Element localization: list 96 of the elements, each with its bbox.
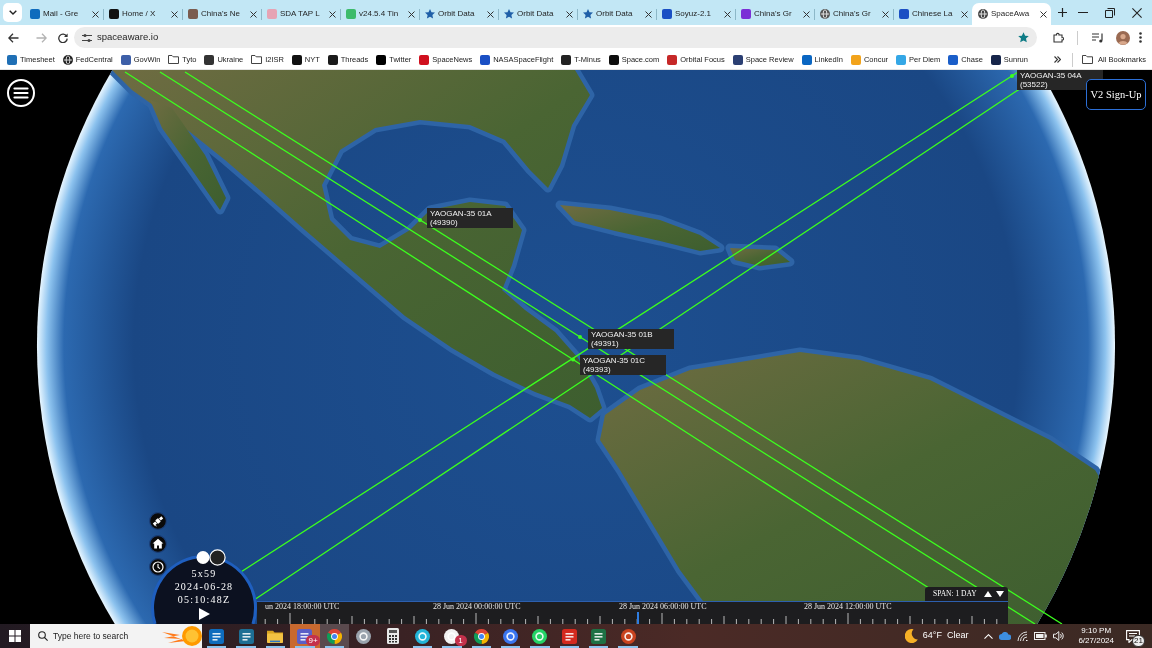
browser-tab[interactable]: SpaceAwa [972, 3, 1051, 25]
chevron-up-icon[interactable] [984, 633, 994, 639]
app-badge: 1 [454, 635, 467, 646]
close-icon[interactable] [882, 10, 889, 18]
clock-icon[interactable] [149, 558, 167, 576]
search-field[interactable]: Type here to search [53, 629, 157, 643]
timeline-label: 28 Jun 2024 06:00:00 UTC [619, 602, 707, 611]
search-icon [38, 631, 48, 641]
browser-tab[interactable]: Chinese La [893, 3, 972, 25]
satellite-name: YAOGAN-35 01C [583, 356, 647, 365]
tab-list-button[interactable] [3, 3, 22, 22]
clock-button[interactable]: 9:10 PM 6/27/2024 [1072, 624, 1120, 648]
chevron-down-icon [8, 10, 17, 15]
speaker-icon[interactable] [1053, 631, 1065, 641]
close-icon[interactable] [724, 10, 731, 18]
app-badge: 9+ [306, 635, 320, 646]
close-icon[interactable] [961, 10, 968, 18]
plus-icon[interactable] [1058, 8, 1067, 17]
menu-icon[interactable] [7, 79, 35, 107]
taskbar-app-button[interactable]: 9+ [290, 624, 320, 648]
catalog-number: (49390) [430, 218, 459, 227]
satellite-marker-icon[interactable] [578, 335, 582, 339]
media-controls-icon[interactable] [1092, 32, 1104, 43]
close-icon[interactable] [1040, 10, 1047, 18]
browser-tab[interactable]: China's Gr [814, 3, 893, 25]
cloud-icon[interactable] [999, 632, 1012, 640]
close-icon[interactable] [329, 10, 336, 18]
time-label: 05:10:48Z [177, 593, 231, 606]
browser-tab[interactable]: SDA TAP L [261, 3, 340, 25]
catalog-number: (53522) [1020, 80, 1049, 89]
segmented-circle-icon [473, 628, 489, 644]
satellite-marker-icon[interactable] [1010, 73, 1014, 78]
notification-count-badge: 21 [1132, 635, 1145, 647]
browser-tab[interactable]: Orbit Data [498, 3, 577, 25]
battery-icon[interactable] [1034, 632, 1048, 640]
triangle-up-icon[interactable] [984, 591, 992, 597]
close-icon[interactable] [92, 10, 99, 18]
close-icon[interactable] [171, 10, 178, 18]
address-bar[interactable]: spaceaware.io [74, 27, 1037, 48]
catalog-number: (49393) [583, 365, 612, 374]
taskbar-app-button[interactable]: 1 [437, 624, 467, 648]
home-icon[interactable] [149, 535, 167, 553]
toggle-switch-icon[interactable] [196, 549, 226, 566]
play-icon[interactable] [198, 608, 210, 620]
profile-avatar-icon[interactable] [1116, 30, 1130, 45]
segmented-circle-icon [326, 628, 342, 644]
satellite-name: YAOGAN-35 01A [430, 209, 493, 218]
more-menu-icon[interactable] [1139, 32, 1142, 43]
current-time-marker[interactable] [637, 612, 639, 624]
notifications-button[interactable]: 21 [1120, 624, 1146, 648]
satellite-marker-icon[interactable] [571, 357, 575, 362]
catalog-number: (49391) [591, 339, 620, 348]
network-icon[interactable] [1017, 631, 1029, 641]
close-icon[interactable] [250, 10, 257, 18]
weather-button[interactable]: 64°F Clear [898, 624, 975, 648]
close-icon[interactable] [487, 10, 494, 18]
satellite-name: YAOGAN-35 01B [591, 330, 654, 339]
playback-rate-label: 5x59 [191, 567, 217, 580]
moon-icon [904, 629, 918, 643]
sun-icon [162, 624, 202, 648]
back-arrow-icon[interactable] [8, 32, 19, 43]
browser-tab[interactable]: Mail - Gre [24, 3, 103, 25]
browser-tab[interactable]: China's Gr [735, 3, 814, 25]
close-icon[interactable] [803, 10, 810, 18]
satellite-marker-icon[interactable] [418, 217, 422, 222]
reload-icon[interactable] [58, 32, 68, 43]
folder-icon [251, 55, 263, 64]
search-bar[interactable]: Type here to search [30, 624, 202, 648]
date-label: 2024-06-28 [174, 580, 234, 593]
site-settings-icon[interactable] [82, 33, 92, 42]
double-chevron-icon[interactable] [1054, 56, 1062, 63]
browser-tab[interactable]: v24.5.4 Tin [340, 3, 419, 25]
restore-icon[interactable] [1105, 7, 1115, 18]
triangle-down-icon[interactable] [996, 591, 1004, 597]
browser-tab[interactable]: Soyuz-2.1 [656, 3, 735, 25]
taskbar-app-button[interactable] [319, 624, 349, 648]
close-icon[interactable] [408, 10, 415, 18]
folder-icon [168, 55, 180, 64]
folder-icon [1082, 55, 1094, 64]
satellite-name: YAOGAN-35 04A [1020, 71, 1083, 80]
browser-tab[interactable]: China's Ne [182, 3, 261, 25]
satellite-icon[interactable] [149, 512, 167, 530]
close-icon[interactable] [645, 10, 652, 18]
bookmark-star-icon[interactable] [1018, 32, 1029, 43]
sign-up-button[interactable]: V2 Sign-Up [1086, 79, 1146, 110]
url-field[interactable]: spaceaware.io [92, 30, 1010, 45]
browser-tab[interactable]: Orbit Data [577, 3, 656, 25]
close-icon[interactable] [566, 10, 573, 18]
close-icon[interactable] [1132, 7, 1142, 18]
timeline-label: 28 Jun 2024 12:00:00 UTC [804, 602, 892, 611]
timeline-label: un 2024 18:00:00 UTC [265, 602, 340, 611]
timeline-label: 28 Jun 2024 00:00:00 UTC [433, 602, 521, 611]
browser-tab[interactable]: Orbit Data [419, 3, 498, 25]
windows-logo-icon [9, 630, 21, 642]
browser-tab[interactable]: Home / X [103, 3, 182, 25]
puzzle-icon[interactable] [1053, 32, 1064, 43]
